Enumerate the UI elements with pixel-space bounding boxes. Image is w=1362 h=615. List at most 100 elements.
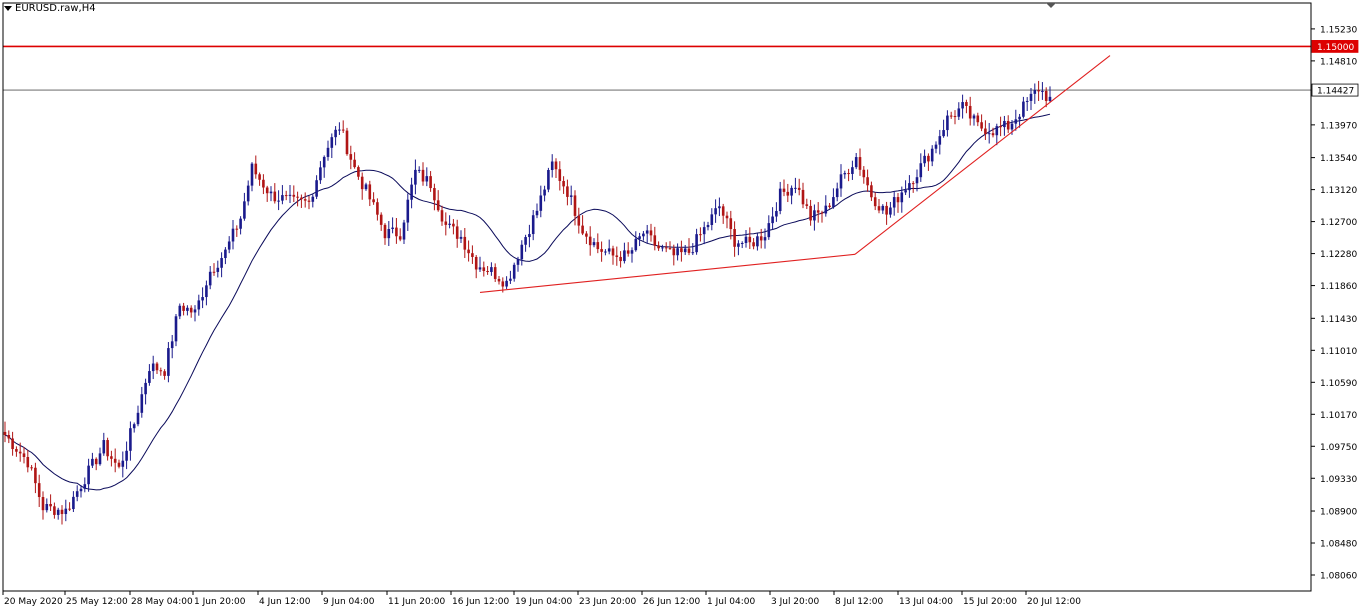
candle xyxy=(53,502,56,519)
candle xyxy=(338,122,341,135)
candle xyxy=(1037,80,1040,102)
candle xyxy=(896,193,900,213)
candle xyxy=(756,233,759,251)
candle xyxy=(326,140,330,161)
candle xyxy=(425,167,429,187)
candle xyxy=(569,185,573,206)
candle xyxy=(759,228,763,249)
candle xyxy=(11,431,14,456)
y-tick-label: 1.09330 xyxy=(1320,475,1357,485)
candle xyxy=(68,502,71,512)
candle xyxy=(170,334,174,359)
candle xyxy=(60,505,64,525)
candle xyxy=(725,211,729,229)
candle xyxy=(113,448,117,473)
y-tick-label: 1.13120 xyxy=(1320,186,1357,196)
candle xyxy=(193,305,197,322)
candle xyxy=(702,221,706,245)
candle xyxy=(813,204,816,231)
candle xyxy=(520,240,524,266)
candle xyxy=(493,263,497,282)
candle xyxy=(873,192,877,211)
x-tick-label: 15 Jul 20:00 xyxy=(963,597,1017,607)
candle xyxy=(961,94,964,119)
candle xyxy=(619,251,622,268)
candle xyxy=(801,182,805,209)
candle xyxy=(436,190,440,212)
candle xyxy=(30,464,33,471)
candle xyxy=(452,219,455,235)
symbol-title[interactable]: EURUSD.raw,H4 xyxy=(4,3,96,14)
candle xyxy=(835,182,839,202)
candle xyxy=(148,364,151,386)
candle xyxy=(353,152,356,169)
candle xyxy=(56,507,60,520)
candle xyxy=(121,451,125,478)
y-tick-label: 1.11430 xyxy=(1320,315,1357,325)
candle xyxy=(212,263,216,276)
candle xyxy=(455,219,459,248)
candle xyxy=(83,477,87,493)
x-tick-label: 4 Jun 12:00 xyxy=(259,597,311,607)
chart-shift-marker-icon[interactable] xyxy=(1046,3,1056,8)
candle xyxy=(497,276,501,285)
candle xyxy=(106,437,109,461)
candle xyxy=(1033,83,1037,104)
candle xyxy=(832,188,835,209)
candle xyxy=(216,260,220,278)
x-tick-label: 1 Jul 04:00 xyxy=(707,597,756,607)
candle xyxy=(258,172,261,186)
dropdown-arrow-icon[interactable] xyxy=(4,6,12,11)
candle xyxy=(972,113,976,126)
candle xyxy=(357,165,360,180)
candle xyxy=(790,185,793,205)
candle xyxy=(543,185,546,202)
candle xyxy=(349,145,353,170)
candle xyxy=(220,252,223,278)
candle xyxy=(277,190,280,211)
candle xyxy=(311,194,315,208)
candle xyxy=(558,161,562,191)
candle xyxy=(281,185,284,205)
candle xyxy=(41,491,45,520)
candle xyxy=(34,462,37,494)
x-tick-label: 11 Jun 20:00 xyxy=(388,597,445,607)
candle xyxy=(444,212,448,236)
candle xyxy=(140,386,144,418)
y-tick-label: 1.12280 xyxy=(1320,250,1357,260)
trendline-1[interactable] xyxy=(479,253,856,293)
candle xyxy=(345,127,349,156)
y-tick-label: 1.14810 xyxy=(1320,57,1357,67)
y-tick-label: 1.10590 xyxy=(1320,379,1357,389)
time-axis: 20 May 2020 25 May 12:00 28 May 04:00 1 Jun… xyxy=(2,591,1081,607)
candle xyxy=(919,153,923,182)
price-chart[interactable]: 1.15230 1.14810 1.13970 1.13540 1.13120 1.127… xyxy=(0,0,1362,611)
y-tick-label: 1.10170 xyxy=(1320,411,1357,421)
candle xyxy=(588,226,592,256)
candle xyxy=(585,231,588,245)
candle xyxy=(847,168,850,182)
trendline-2[interactable] xyxy=(854,55,1111,255)
candle xyxy=(254,155,258,179)
candle xyxy=(246,180,250,206)
chart-window[interactable]: 1.15230 1.14810 1.13970 1.13540 1.13120 1.127… xyxy=(0,0,1362,611)
candle xyxy=(395,217,398,244)
candle xyxy=(360,172,364,200)
candle xyxy=(953,110,957,125)
candle xyxy=(224,247,227,265)
candle xyxy=(414,159,417,195)
candle xyxy=(49,494,52,512)
candle xyxy=(94,457,98,471)
candle xyxy=(87,458,90,492)
candle xyxy=(505,276,508,289)
candle xyxy=(1025,97,1029,112)
candle xyxy=(330,133,334,159)
candle xyxy=(630,247,634,263)
y-tick-label: 1.08480 xyxy=(1320,540,1357,550)
candle xyxy=(866,169,869,192)
candle xyxy=(227,236,231,254)
candle xyxy=(478,256,482,273)
y-tick-label: 1.08060 xyxy=(1320,572,1357,582)
candle xyxy=(288,185,292,203)
candle xyxy=(482,261,486,277)
